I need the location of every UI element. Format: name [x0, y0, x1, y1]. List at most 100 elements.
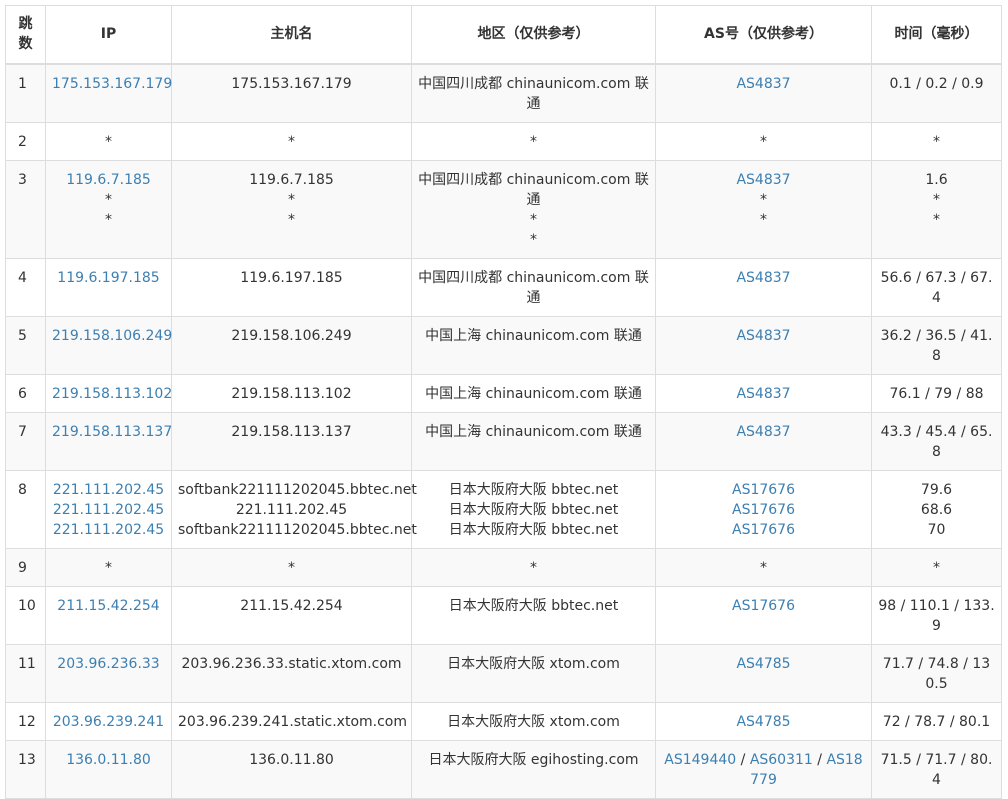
host-cell: 119.6.197.185	[171, 257, 412, 317]
as-link[interactable]: AS17676	[662, 596, 865, 616]
hop-cell: 11	[5, 643, 46, 703]
hostname-text: *	[288, 559, 295, 576]
hop-number: 1	[18, 75, 27, 92]
time-text: *	[933, 211, 940, 228]
as-link[interactable]: AS4837	[662, 170, 865, 190]
host-cell: *	[171, 121, 412, 161]
time-text: 68.6	[920, 501, 953, 518]
time-text: *	[933, 559, 940, 576]
table-row: 12 203.96.239.241 203.96.239.241.static.xt…	[5, 701, 1002, 741]
table-body: 1 175.153.167.179 175.153.167.179 中国四川成都 ch…	[5, 63, 1002, 799]
as-multi-line: AS149440 / AS60311 / AS18779	[662, 750, 865, 790]
as-link[interactable]: AS4837	[662, 422, 865, 442]
hop-cell: 6	[5, 373, 46, 413]
ip-link[interactable]: 203.96.239.241	[52, 712, 165, 732]
region-text: 日本大阪府大阪 xtom.com	[447, 713, 620, 730]
ip-link[interactable]: 119.6.197.185	[52, 268, 165, 288]
region-text: 日本大阪府大阪 bbtec.net	[448, 521, 619, 538]
header-host: 主机名	[171, 5, 412, 64]
hop-number: 3	[18, 171, 27, 188]
time-cell: *	[871, 547, 1002, 587]
as-link[interactable]: AS4837	[662, 268, 865, 288]
region-cell: 中国四川成都 chinaunicom.com 联通	[411, 257, 656, 317]
ip-link[interactable]: 136.0.11.80	[52, 750, 165, 770]
hop-cell: 3	[5, 159, 46, 259]
hop-number: 12	[18, 713, 36, 730]
region-cell: 中国四川成都 chinaunicom.com 联通	[411, 63, 656, 123]
region-cell: 日本大阪府大阪 xtom.com	[411, 701, 656, 741]
region-cell: 日本大阪府大阪 xtom.com	[411, 643, 656, 703]
region-text: 日本大阪府大阪 bbtec.net	[448, 597, 619, 614]
as-link[interactable]: AS17676	[662, 520, 865, 540]
as-cell: AS4785	[655, 643, 872, 703]
as-link[interactable]: AS17676	[662, 500, 865, 520]
as-link[interactable]: AS149440	[664, 752, 736, 768]
hop-cell: 10	[5, 585, 46, 645]
time-text: 72 / 78.7 / 80.1	[882, 713, 991, 730]
ip-cell: 175.153.167.179	[45, 63, 172, 123]
table-row: 9 * * * * *	[5, 547, 1002, 587]
header-time: 时间（毫秒）	[871, 5, 1002, 64]
as-cell: AS4785	[655, 701, 872, 741]
region-text: 日本大阪府大阪 bbtec.net	[448, 501, 619, 518]
ip-link[interactable]: 219.158.106.249	[52, 326, 172, 346]
as-placeholder: *	[760, 211, 767, 228]
ip-cell: 219.158.113.102	[45, 373, 172, 413]
hop-number: 7	[18, 423, 27, 440]
hop-number: 4	[18, 269, 27, 286]
time-cell: 71.5 / 71.7 / 80.4	[871, 739, 1002, 799]
hostname-text: 219.158.113.102	[231, 385, 352, 402]
host-cell: 219.158.113.137	[171, 411, 412, 471]
region-text: 中国上海 chinaunicom.com 联通	[425, 327, 642, 344]
as-link[interactable]: AS60311	[750, 752, 813, 768]
ip-link[interactable]: 221.111.202.45	[52, 520, 165, 540]
table-row: 10 211.15.42.254 211.15.42.254 日本大阪府大阪 bbte…	[5, 585, 1002, 645]
as-cell: AS4837	[655, 411, 872, 471]
host-cell: *	[171, 547, 412, 587]
hop-cell: 1	[5, 63, 46, 123]
time-text: 43.3 / 45.4 / 65.8	[880, 423, 993, 460]
region-text: 日本大阪府大阪 bbtec.net	[448, 481, 619, 498]
region-text: *	[530, 559, 537, 576]
as-link[interactable]: AS4785	[662, 654, 865, 674]
ip-link[interactable]: 211.15.42.254	[52, 596, 165, 616]
time-text: 56.6 / 67.3 / 67.4	[880, 269, 993, 306]
hop-cell: 2	[5, 121, 46, 161]
table-row: 1 175.153.167.179 175.153.167.179 中国四川成都 ch…	[5, 63, 1002, 123]
ip-link[interactable]: 219.158.113.102	[52, 384, 172, 404]
time-text: 1.6	[925, 171, 948, 188]
hostname-text: 211.15.42.254	[240, 597, 343, 614]
hop-number: 9	[18, 559, 27, 576]
ip-link[interactable]: 219.158.113.137	[52, 422, 172, 442]
ip-cell: 211.15.42.254	[45, 585, 172, 645]
time-text: 70	[927, 521, 946, 538]
ip-link[interactable]: 221.111.202.45	[52, 500, 165, 520]
ip-link[interactable]: 221.111.202.45	[52, 480, 165, 500]
as-cell: AS4837	[655, 373, 872, 413]
as-link[interactable]: AS4837	[662, 74, 865, 94]
ip-link[interactable]: 119.6.7.185	[52, 170, 165, 190]
header-ip: IP	[45, 5, 172, 64]
region-cell: 日本大阪府大阪 egihosting.com	[411, 739, 656, 799]
hop-cell: 4	[5, 257, 46, 317]
hostname-text: 175.153.167.179	[231, 75, 352, 92]
hop-cell: 13	[5, 739, 46, 799]
region-text: 中国上海 chinaunicom.com 联通	[425, 385, 642, 402]
as-separator: /	[812, 751, 827, 768]
hostname-text: 119.6.197.185	[240, 269, 343, 286]
ip-link[interactable]: 203.96.236.33	[52, 654, 165, 674]
as-cell: *	[655, 547, 872, 587]
region-text: 中国四川成都 chinaunicom.com 联通	[418, 75, 649, 112]
region-text: 中国四川成都 chinaunicom.com 联通	[418, 171, 649, 208]
ip-cell: 219.158.113.137	[45, 411, 172, 471]
hop-number: 11	[18, 655, 36, 672]
as-link[interactable]: AS4837	[662, 326, 865, 346]
time-text: 71.7 / 74.8 / 130.5	[882, 655, 991, 692]
hostname-text: 119.6.7.185	[249, 171, 334, 188]
ip-cell: 219.158.106.249	[45, 315, 172, 375]
ip-placeholder: *	[105, 191, 112, 208]
ip-link[interactable]: 175.153.167.179	[52, 74, 172, 94]
as-link[interactable]: AS4837	[662, 384, 865, 404]
as-link[interactable]: AS17676	[662, 480, 865, 500]
as-link[interactable]: AS4785	[662, 712, 865, 732]
